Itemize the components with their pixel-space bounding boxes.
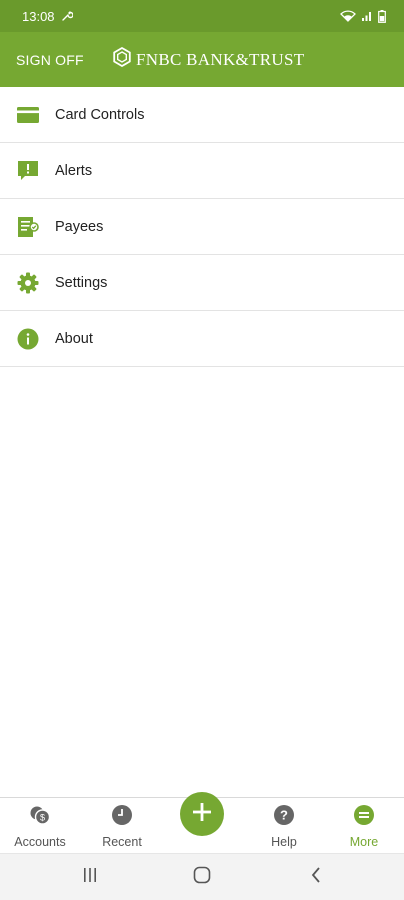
menu-item-label: Payees — [55, 218, 104, 235]
wrench-icon — [61, 10, 73, 22]
menu-item-alerts[interactable]: Alerts — [0, 143, 404, 199]
more-icon — [353, 804, 375, 831]
app-header: SIGN OFF FNBC BANK&TRUST — [0, 32, 404, 87]
signal-icon — [361, 10, 373, 22]
help-icon: ? — [273, 804, 295, 831]
home-button[interactable] — [172, 854, 232, 900]
sign-off-button[interactable]: SIGN OFF — [16, 32, 84, 87]
clock-icon — [111, 804, 133, 831]
status-time: 13:08 — [22, 8, 55, 24]
recent-apps-button[interactable] — [60, 854, 120, 900]
nav-accounts[interactable]: $ Accounts — [0, 798, 80, 854]
nav-more[interactable]: More — [324, 798, 404, 854]
home-icon — [193, 866, 211, 889]
nav-label: Accounts — [14, 835, 66, 849]
battery-icon — [378, 9, 386, 23]
back-button[interactable] — [286, 854, 346, 900]
menu-item-label: About — [55, 330, 93, 347]
menu-item-about[interactable]: About — [0, 311, 404, 367]
nav-label: More — [349, 835, 379, 849]
nav-recent[interactable]: Recent — [82, 798, 162, 854]
brand-name: FNBC BANK&TRUST — [136, 49, 305, 69]
nav-help[interactable]: ? Help — [244, 798, 324, 854]
accounts-coins-icon: $ — [29, 804, 51, 831]
menu-item-label: Settings — [55, 274, 108, 291]
alert-message-icon — [16, 159, 40, 183]
info-icon — [16, 327, 40, 351]
wifi-icon — [340, 10, 356, 22]
menu-item-card-controls[interactable]: Card Controls — [0, 87, 404, 143]
back-icon — [310, 866, 322, 889]
recent-apps-icon — [82, 867, 98, 888]
svg-text:$: $ — [40, 813, 45, 823]
payees-document-icon — [16, 215, 40, 239]
plus-icon — [192, 802, 212, 827]
nav-label: Help — [271, 835, 297, 849]
menu-item-label: Card Controls — [55, 106, 145, 123]
menu-item-label: Alerts — [55, 162, 93, 179]
status-bar: 13:08 — [0, 0, 404, 32]
credit-card-icon — [16, 103, 40, 127]
bank-logo-icon — [112, 46, 132, 72]
system-nav-bar — [0, 853, 404, 900]
status-left: 13:08 — [22, 9, 73, 24]
add-action-button[interactable] — [180, 792, 224, 836]
nav-label: Recent — [102, 835, 142, 849]
brand-logo: FNBC BANK&TRUST — [112, 32, 304, 87]
menu-item-payees[interactable]: Payees — [0, 199, 404, 255]
gear-icon — [16, 271, 40, 295]
svg-text:?: ? — [280, 808, 288, 823]
more-menu-list: Card Controls Alerts Payees Settings Abo… — [0, 87, 404, 367]
menu-item-settings[interactable]: Settings — [0, 255, 404, 311]
status-right — [340, 9, 386, 23]
